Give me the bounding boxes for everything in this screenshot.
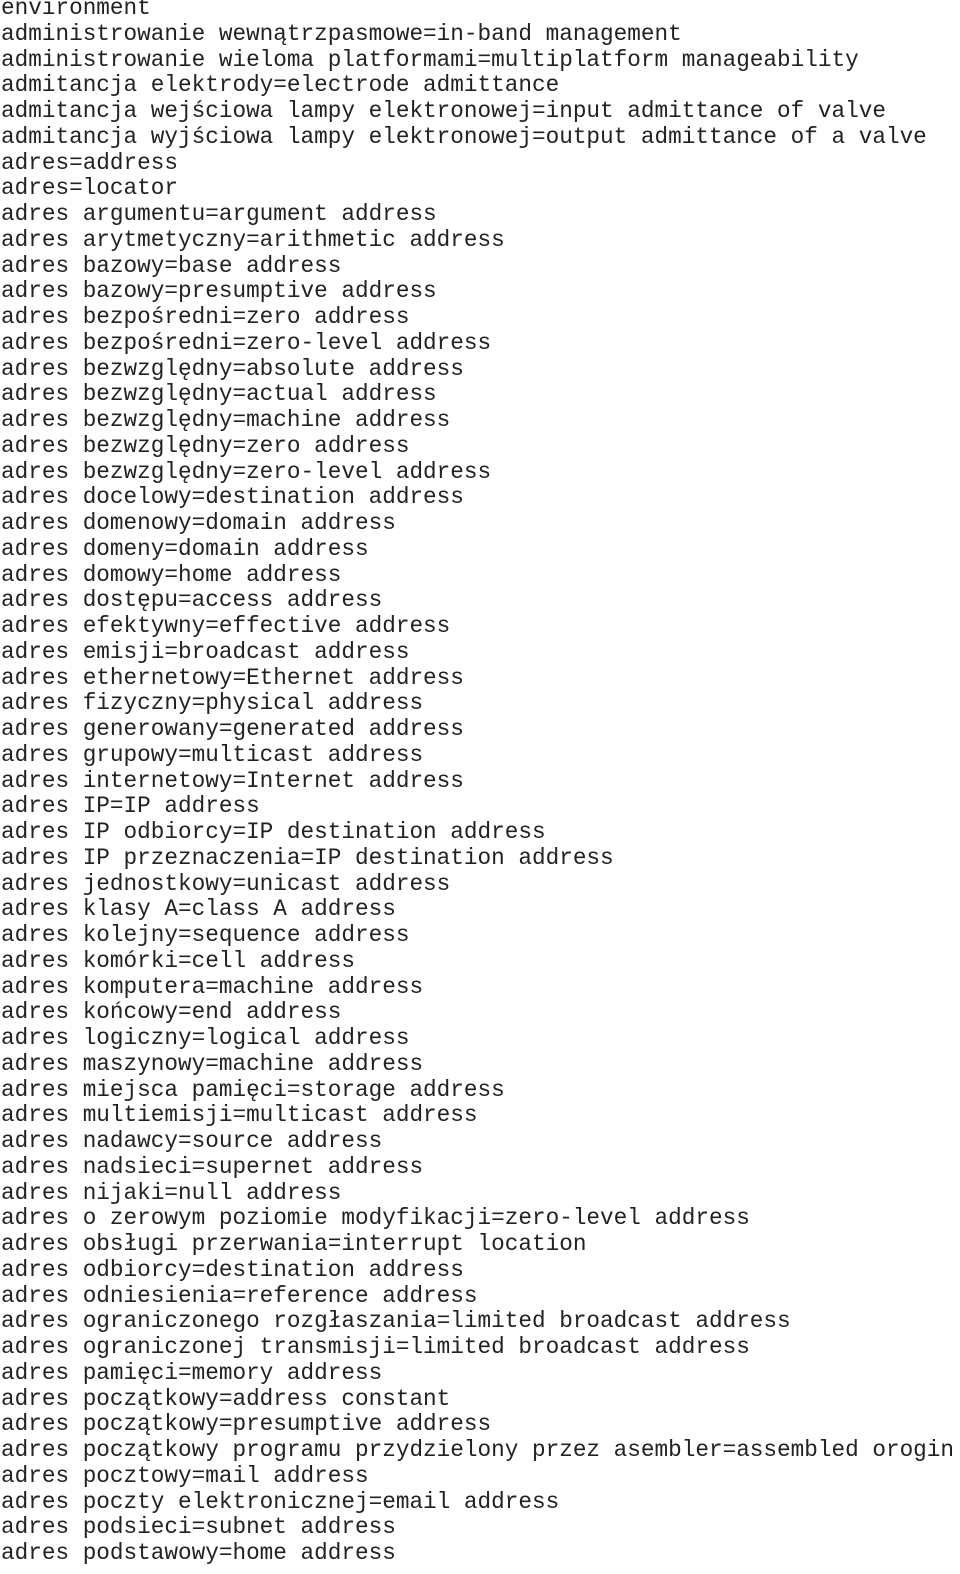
glossary-line: adres odniesienia=reference address bbox=[1, 1282, 478, 1309]
glossary-line: adres=address bbox=[1, 149, 178, 176]
glossary-line: adres docelowy=destination address bbox=[1, 484, 464, 511]
glossary-line: administrowanie wewnątrzpasmowe=in-band … bbox=[1, 20, 682, 47]
glossary-line: adres pamięci=memory address bbox=[1, 1359, 383, 1386]
glossary-line: adres nadsieci=supernet address bbox=[1, 1153, 424, 1180]
glossary-line: adres początkowy programu przydzielony p… bbox=[1, 1437, 955, 1463]
glossary-line: adres komórki=cell address bbox=[1, 947, 355, 974]
glossary-line: adres IP przeznaczenia=IP destination ad… bbox=[1, 844, 614, 871]
glossary-line: adres ograniczonej transmisji=limited br… bbox=[1, 1334, 750, 1360]
glossary-line: adres początkowy=presumptive address bbox=[1, 1411, 492, 1438]
glossary-line: adres obsługi przerwania=interrupt locat… bbox=[1, 1231, 587, 1257]
glossary-line: adres podsieci=subnet address bbox=[1, 1514, 396, 1541]
glossary-line: adres fizyczny=physical address bbox=[1, 690, 424, 717]
glossary-line: adres o zerowym poziomie modyfikacji=zer… bbox=[1, 1205, 750, 1232]
glossary-line: adres multiemisji=multicast address bbox=[1, 1102, 478, 1129]
glossary-line: adres logiczny=logical address bbox=[1, 1025, 410, 1051]
glossary-text-body: environment administrowanie wewnątrzpasmo… bbox=[1, 0, 954, 1567]
glossary-line: adres IP=IP address bbox=[1, 793, 260, 820]
glossary-line: adres ograniczonego rozgłaszania=limited… bbox=[1, 1308, 791, 1335]
glossary-line: adres poczty elektronicznej=email addres… bbox=[1, 1488, 560, 1515]
glossary-line: adres domowy=home address bbox=[1, 561, 342, 588]
glossary-line: adres bezwzględny=actual address bbox=[1, 381, 437, 408]
glossary-line: adres IP odbiorcy=IP destination address bbox=[1, 819, 546, 845]
glossary-line: administrowanie wieloma platformami=mult… bbox=[1, 46, 859, 73]
glossary-line: adres grupowy=multicast address bbox=[1, 741, 424, 768]
glossary-line: adres bazowy=base address bbox=[1, 252, 342, 279]
glossary-line: adres odbiorcy=destination address bbox=[1, 1256, 464, 1283]
glossary-line: adres bezwzględny=machine address bbox=[1, 407, 451, 433]
glossary-line: adres jednostkowy=unicast address bbox=[1, 870, 451, 897]
glossary-line: adres bezwzględny=absolute address bbox=[1, 355, 464, 382]
glossary-line: admitancja wejściowa lampy elektronowej=… bbox=[1, 98, 886, 124]
glossary-line: adres bezpośredni=zero address bbox=[1, 304, 410, 330]
glossary-line: adres początkowy=address constant bbox=[1, 1385, 451, 1412]
glossary-line: adres podstawowy=home address bbox=[1, 1540, 396, 1566]
glossary-line: adres ethernetowy=Ethernet address bbox=[1, 664, 464, 691]
glossary-line: adres domenowy=domain address bbox=[1, 510, 396, 536]
glossary-line: adres końcowy=end address bbox=[1, 999, 342, 1026]
glossary-line: admitancja elektrody=electrode admittanc… bbox=[1, 72, 560, 99]
glossary-line: adres argumentu=argument address bbox=[1, 201, 437, 227]
glossary-line: adres emisji=broadcast address bbox=[1, 638, 410, 665]
glossary-line: adres komputera=machine address bbox=[1, 973, 424, 1000]
glossary-line: adres nijaki=null address bbox=[1, 1179, 342, 1206]
glossary-line: adres dostępu=access address bbox=[1, 587, 383, 614]
glossary-line: adres domeny=domain address bbox=[1, 535, 369, 562]
glossary-line: adres internetowy=Internet address bbox=[1, 767, 464, 794]
glossary-line: adres efektywny=effective address bbox=[1, 613, 451, 639]
glossary-line: adres bazowy=presumptive address bbox=[1, 278, 437, 305]
glossary-line: environment bbox=[1, 0, 151, 21]
glossary-line: adres miejsca pamięci=storage address bbox=[1, 1076, 505, 1103]
glossary-line: adres klasy A=class A address bbox=[1, 896, 396, 923]
glossary-line: adres pocztowy=mail address bbox=[1, 1462, 369, 1489]
glossary-line: adres arytmetyczny=arithmetic address bbox=[1, 226, 505, 253]
glossary-line: adres maszynowy=machine address bbox=[1, 1050, 424, 1077]
glossary-line: adres=locator bbox=[1, 175, 178, 202]
glossary-line: adres generowany=generated address bbox=[1, 716, 464, 742]
glossary-line: adres nadawcy=source address bbox=[1, 1128, 383, 1154]
glossary-line: admitancja wyjściowa lampy elektronowej=… bbox=[1, 123, 927, 150]
glossary-line: adres bezwzględny=zero-level address bbox=[1, 458, 492, 485]
glossary-line: adres bezpośredni=zero-level address bbox=[1, 329, 492, 356]
glossary-line: adres kolejny=sequence address bbox=[1, 922, 410, 948]
glossary-line: adres bezwzględny=zero address bbox=[1, 432, 410, 459]
